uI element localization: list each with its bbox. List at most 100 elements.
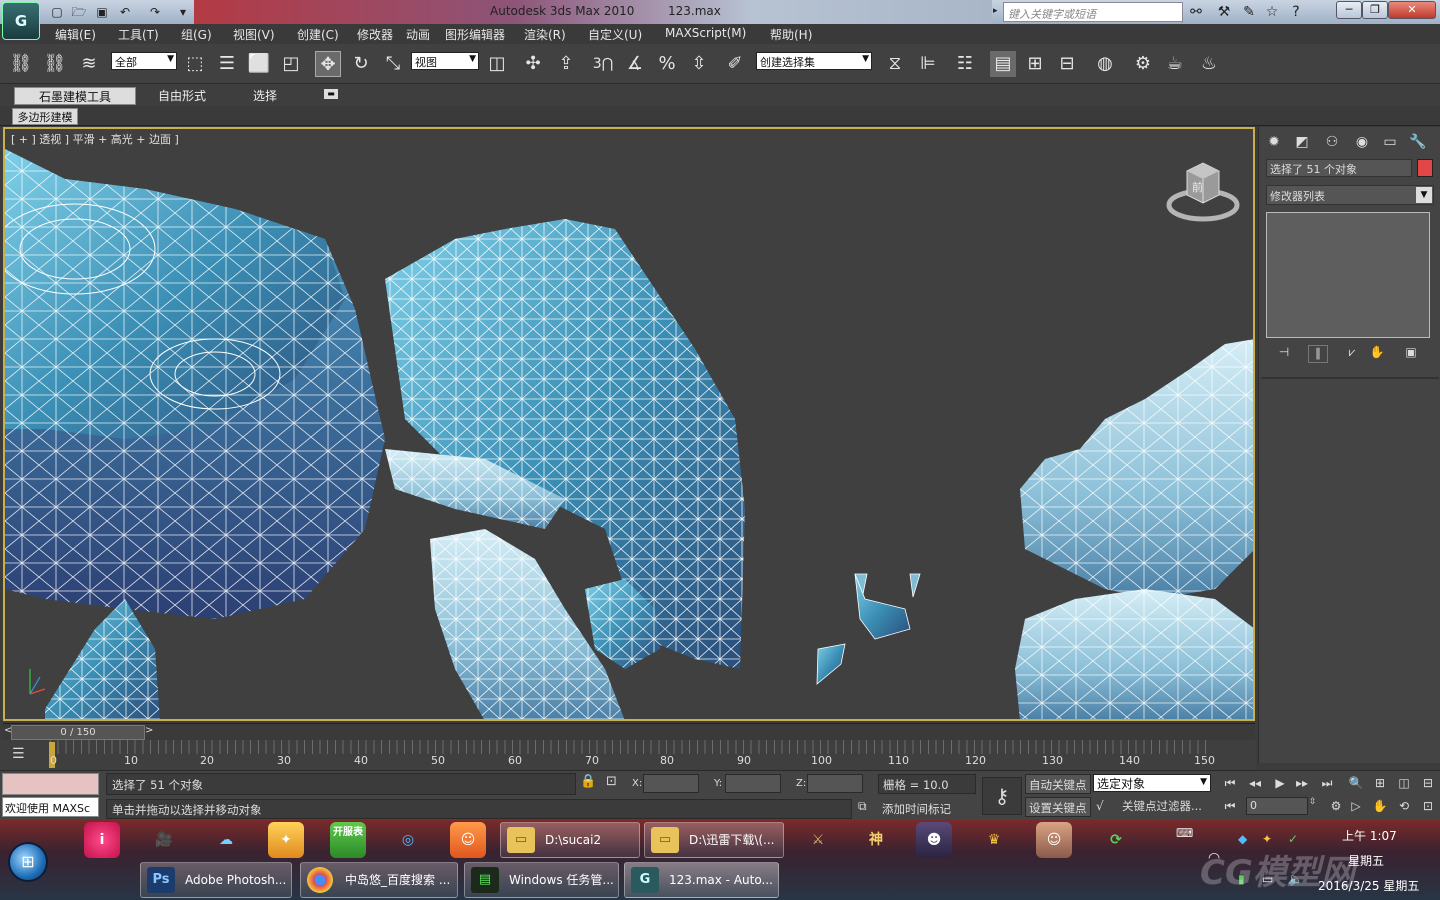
- tab-graphite-modeling[interactable]: 石墨建模工具: [14, 87, 136, 105]
- reference-coordinate-dropdown[interactable]: 视图 ▼: [411, 52, 479, 70]
- game-fm-icon[interactable]: ⚔: [800, 822, 836, 858]
- angle-snap-icon[interactable]: ∡: [622, 51, 648, 77]
- configure-modifier-sets-icon[interactable]: ▣: [1401, 345, 1421, 363]
- edit-named-selection-icon[interactable]: ✐: [722, 51, 748, 77]
- absolute-mode-icon[interactable]: ⊡: [606, 774, 617, 789]
- game-dashen-icon[interactable]: 神: [858, 822, 894, 858]
- ribbon-minimize-icon[interactable]: ▬: [324, 89, 338, 99]
- previous-frame-icon[interactable]: ◂◂: [1245, 774, 1265, 792]
- play-icon[interactable]: ▶: [1270, 774, 1290, 792]
- go-to-end-icon[interactable]: ⏭: [1317, 774, 1337, 792]
- unlink-icon[interactable]: ⛓: [42, 51, 68, 77]
- quick-access-dropdown-icon[interactable]: ▾: [174, 4, 192, 20]
- object-name-field[interactable]: 选择了 51 个对象: [1266, 159, 1412, 177]
- menu-graph-editors[interactable]: 图形编辑器: [445, 26, 505, 43]
- modify-tab-icon[interactable]: ◩: [1291, 131, 1313, 153]
- new-file-icon[interactable]: ▢: [48, 4, 66, 20]
- taskbar-item-sucai2[interactable]: ▭ D:\sucai2: [500, 822, 640, 858]
- zoom-all-icon[interactable]: ⊞: [1370, 774, 1390, 792]
- game-avatar-icon[interactable]: ☻: [916, 822, 952, 858]
- rendered-frame-icon[interactable]: ☕: [1162, 51, 1188, 77]
- display-tab-icon[interactable]: ▭: [1379, 131, 1401, 153]
- taskbar-item-chrome[interactable]: 中岛悠_百度搜索 ...: [300, 862, 458, 898]
- time-slider[interactable]: < 0 / 150 >: [3, 723, 1255, 740]
- taskbar-item-3dsmax[interactable]: G 123.max - Auto...: [624, 862, 779, 898]
- x-coordinate-input[interactable]: [643, 774, 699, 793]
- set-key-button[interactable]: 设置关键点: [1025, 797, 1091, 817]
- left-ice-platform[interactable]: [5, 149, 385, 721]
- redo-icon[interactable]: ↷: [146, 4, 164, 20]
- refresh-app-icon[interactable]: ⟳: [1098, 822, 1134, 858]
- video-camera-icon[interactable]: 🎥: [146, 822, 182, 858]
- spinner-snap-icon[interactable]: ⇳: [686, 51, 712, 77]
- start-button[interactable]: ⊞: [8, 842, 48, 882]
- key-filters-button[interactable]: 关键点过滤器...: [1122, 798, 1202, 814]
- save-icon[interactable]: ▣: [93, 4, 111, 20]
- track-bar[interactable]: ☰ 0 10 20 30 40 50 60 70 80 90 100 110 1…: [0, 740, 1256, 770]
- menu-group[interactable]: 组(G): [181, 26, 212, 43]
- taskbar-item-task-manager[interactable]: ▤ Windows 任务管...: [464, 862, 619, 898]
- center-ice-rock[interactable]: [385, 219, 745, 721]
- auto-key-button[interactable]: 自动关键点: [1025, 774, 1091, 794]
- clock-time[interactable]: 上午 1:07: [1342, 827, 1397, 844]
- search-input[interactable]: 键入关键字或短语: [1003, 2, 1183, 22]
- layer-manager-icon[interactable]: ☷: [952, 51, 978, 77]
- material-editor-icon[interactable]: ◍: [1092, 51, 1118, 77]
- cloud-icon[interactable]: ☁: [208, 822, 244, 858]
- select-and-rotate-icon[interactable]: ↻: [348, 51, 374, 77]
- add-time-tag[interactable]: 添加时间标记: [878, 799, 976, 819]
- clock-date[interactable]: 2016/3/25 星期五: [1318, 877, 1419, 894]
- select-and-move-icon[interactable]: ✥: [315, 51, 341, 77]
- graphite-toggle-icon[interactable]: ▤: [990, 51, 1016, 77]
- time-configuration-icon[interactable]: ⚙: [1326, 797, 1346, 815]
- menu-tools[interactable]: 工具(T): [118, 26, 159, 43]
- menu-help[interactable]: 帮助(H): [770, 26, 812, 43]
- app-logo-icon[interactable]: G: [2, 2, 40, 40]
- percent-snap-icon[interactable]: %: [654, 51, 680, 77]
- perspective-viewport[interactable]: [ + ] 透视 ] 平滑 + 高光 + 边面 ] 前: [3, 127, 1255, 721]
- maxscript-mini-input[interactable]: 欢迎使用 MAXSc: [2, 797, 99, 817]
- bind-to-space-warp-icon[interactable]: ≋: [76, 51, 102, 77]
- current-frame-input[interactable]: 0: [1246, 797, 1308, 815]
- favorites-star-icon[interactable]: ☆: [1263, 3, 1281, 21]
- next-frame-icon[interactable]: ▸▸: [1292, 774, 1312, 792]
- taskbar-item-photoshop[interactable]: Ps Adobe Photosh...: [140, 862, 292, 898]
- communication-icon[interactable]: ✎: [1240, 3, 1258, 21]
- render-setup-icon[interactable]: ⚙: [1130, 51, 1156, 77]
- viewport-label[interactable]: [ + ] 透视 ] 平滑 + 高光 + 边面 ]: [11, 131, 179, 147]
- network-app-tray-icon[interactable]: ◆: [1238, 832, 1247, 846]
- window-crossing-icon[interactable]: ◰: [278, 51, 304, 77]
- remove-modifier-icon[interactable]: ✋: [1367, 345, 1387, 363]
- modifier-stack[interactable]: [1266, 212, 1430, 338]
- time-slider-thumb[interactable]: 0 / 150: [11, 725, 145, 740]
- close-button[interactable]: ✕: [1388, 1, 1436, 19]
- maxscript-listener-mini[interactable]: [2, 773, 99, 795]
- open-file-icon[interactable]: 🗁: [70, 4, 88, 20]
- show-end-result-icon[interactable]: ∥: [1308, 345, 1328, 363]
- uc-browser-icon[interactable]: ☺: [450, 822, 486, 858]
- object-color-swatch[interactable]: [1417, 159, 1433, 177]
- create-tab-icon[interactable]: ✹: [1263, 131, 1285, 153]
- search-expand-icon[interactable]: ▸: [993, 6, 998, 16]
- pan-view-icon[interactable]: ✋: [1370, 797, 1390, 815]
- subscription-icon[interactable]: ⚒: [1215, 3, 1233, 21]
- named-selection-set-dropdown[interactable]: 创建选择集 ▼: [756, 52, 872, 70]
- keyboard-shortcut-toggle-icon[interactable]: ⇪: [553, 51, 579, 77]
- tab-selection[interactable]: 选择: [253, 87, 277, 104]
- gift-tray-icon[interactable]: ✦: [1262, 832, 1272, 846]
- undo-icon[interactable]: ↶: [116, 4, 134, 20]
- kaifu-app-icon[interactable]: 开服表: [330, 822, 366, 858]
- z-coordinate-input[interactable]: [807, 774, 863, 793]
- curve-editor-icon[interactable]: ⊞: [1022, 51, 1048, 77]
- utilities-tab-icon[interactable]: 🔧: [1407, 131, 1429, 153]
- key-mode-toggle-icon[interactable]: ⏮: [1220, 797, 1240, 815]
- menu-animation[interactable]: 动画: [406, 26, 430, 43]
- mini-curve-editor-icon[interactable]: ☰: [12, 746, 25, 762]
- crown-game-icon[interactable]: ♛: [976, 822, 1012, 858]
- key-mode-dropdown[interactable]: 选定对象 ▼: [1093, 774, 1211, 792]
- menu-view[interactable]: 视图(V): [233, 26, 275, 43]
- set-key-icon[interactable]: ⚷: [982, 777, 1022, 815]
- menu-modifiers[interactable]: 修改器: [357, 26, 393, 43]
- manipulate-icon[interactable]: ✣: [520, 51, 546, 77]
- clock-day[interactable]: 星期五: [1348, 852, 1384, 869]
